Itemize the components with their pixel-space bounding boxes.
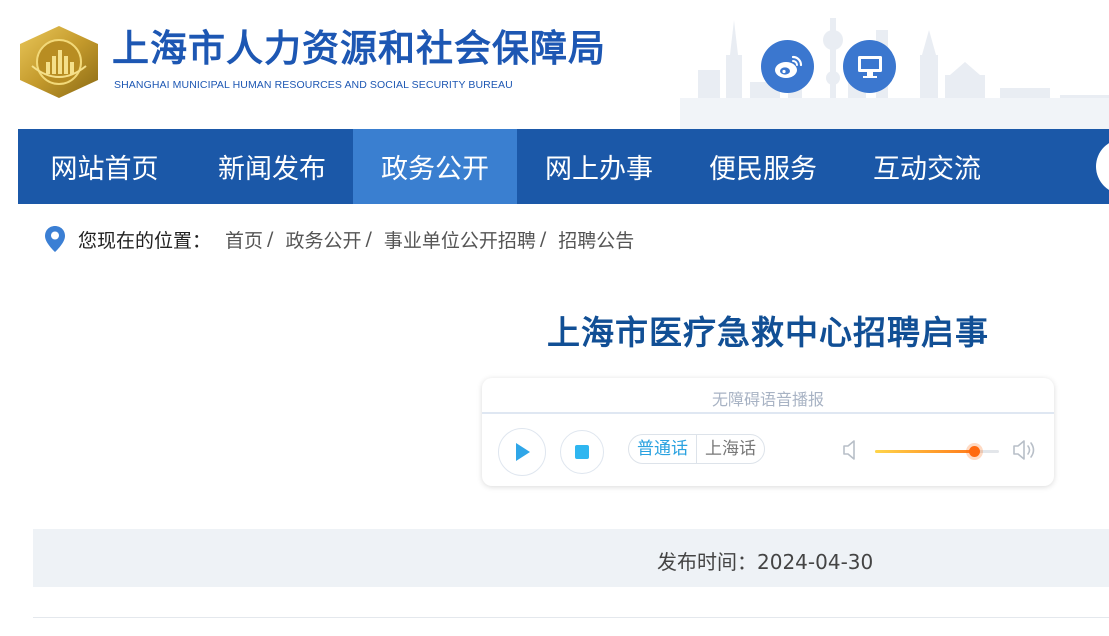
nav-online-services[interactable]: 网上办事 — [517, 129, 681, 204]
publish-time-label: 发布时间： — [657, 550, 757, 574]
player-title: 无障碍语音播报 — [711, 390, 824, 409]
volume-slider-handle[interactable] — [969, 446, 981, 457]
weibo-button[interactable] — [761, 40, 814, 93]
site-subtitle: SHANGHAI MUNICIPAL HUMAN RESOURCES AND S… — [114, 79, 513, 91]
article-title: 上海市医疗急救中心招聘启事 — [547, 313, 989, 352]
breadcrumb-recruitment-notice[interactable]: 招聘公告 — [558, 226, 634, 253]
stop-button[interactable] — [560, 430, 604, 474]
nav-home[interactable]: 网站首页 — [18, 129, 191, 204]
breadcrumb-separator: / — [365, 228, 372, 250]
nav-public-services[interactable]: 便民服务 — [681, 129, 845, 204]
desktop-monitor-icon — [857, 55, 882, 78]
accessibility-audio-player: 无障碍语音播报 普通话 上海话 — [482, 378, 1054, 486]
breadcrumb-separator: / — [267, 228, 274, 250]
bureau-emblem-logo — [20, 26, 98, 98]
breadcrumb: 您现在的位置： 首页 / 政务公开 / 事业单位公开招聘 / 招聘公告 — [44, 223, 634, 255]
volume-slider-fill — [875, 450, 975, 453]
desktop-button[interactable] — [843, 40, 896, 93]
breadcrumb-government-affairs[interactable]: 政务公开 — [285, 226, 361, 253]
stop-icon — [575, 445, 589, 459]
nav-government-affairs[interactable]: 政务公开 — [353, 129, 517, 204]
publish-date: 2024-04-30 — [757, 550, 874, 574]
publish-time: 发布时间：2024-04-30 — [657, 546, 873, 575]
breadcrumb-label: 您现在的位置： — [78, 229, 212, 252]
language-mandarin[interactable]: 普通话 — [629, 435, 696, 463]
breadcrumb-separator: / — [539, 228, 547, 250]
site-header: 上海市人力资源和社会保障局 SHANGHAI MUNICIPAL HUMAN R… — [0, 0, 1109, 129]
play-button[interactable] — [498, 428, 546, 476]
play-icon — [516, 443, 530, 461]
main-nav: 网站首页 新闻发布 政务公开 网上办事 便民服务 互动交流 — [18, 129, 1109, 204]
site-title: 上海市人力资源和社会保障局 — [112, 27, 606, 70]
player-divider — [482, 412, 1054, 414]
content-divider — [33, 617, 1109, 618]
breadcrumb-institution-recruitment[interactable]: 事业单位公开招聘 — [384, 226, 536, 253]
location-pin-icon — [45, 226, 65, 252]
nav-news[interactable]: 新闻发布 — [191, 129, 353, 204]
volume-low-icon — [843, 440, 855, 460]
weibo-icon — [774, 55, 802, 78]
breadcrumb-home[interactable]: 首页 — [225, 226, 263, 253]
language-toggle: 普通话 上海话 — [628, 434, 765, 464]
nav-interaction[interactable]: 互动交流 — [845, 129, 1009, 204]
volume-high-icon — [1013, 440, 1035, 460]
volume-slider[interactable] — [875, 446, 999, 457]
language-shanghainese[interactable]: 上海话 — [696, 435, 764, 463]
publish-info-bar: 发布时间：2024-04-30 — [33, 529, 1109, 587]
nav-search-box[interactable] — [1096, 139, 1109, 194]
